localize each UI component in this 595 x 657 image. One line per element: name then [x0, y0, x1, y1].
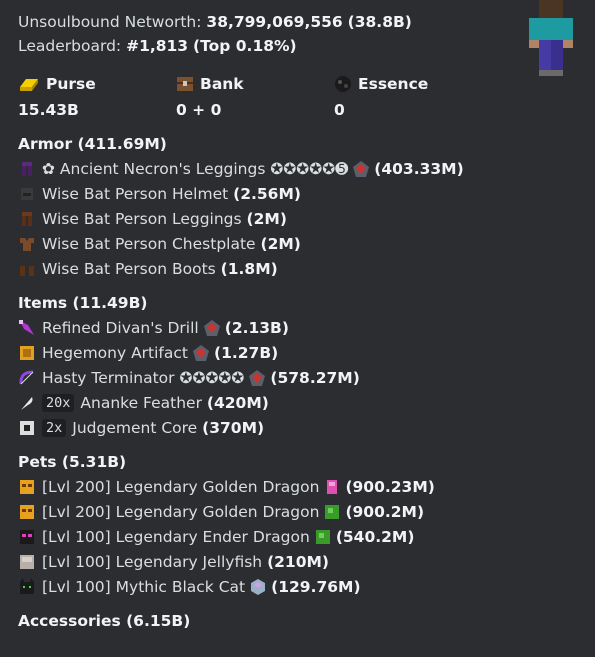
feather-icon: [21, 396, 33, 410]
stat-purse-value: 15.43B: [18, 101, 79, 119]
chest-icon: [177, 77, 193, 91]
stats-row: Purse 15.43B Bank 0 + 0 Essence 0: [18, 72, 595, 122]
leggings-icon: [22, 211, 32, 226]
core-icon: [20, 420, 34, 435]
armor-item-value: (2M): [260, 234, 301, 253]
items-section-title: Items (11.49B): [18, 294, 148, 312]
pet-value: (129.76M): [271, 577, 361, 596]
drill-icon: [19, 319, 34, 335]
networth-short: (38.8B): [347, 13, 412, 31]
item-count: 20x: [42, 393, 75, 412]
item-value: (578.27M): [270, 368, 360, 387]
armor-item-value: (1.8M): [220, 259, 278, 278]
item-entry: Hegemony Artifact (1.27B): [18, 340, 595, 365]
pet-value: (900.23M): [345, 477, 435, 496]
armor-item: Wise Bat Person Boots (1.8M): [18, 256, 595, 281]
green-orb-icon: [315, 529, 330, 544]
stat-essence: Essence 0: [334, 72, 492, 122]
item-value: (2.13B): [224, 318, 289, 337]
accessories-section-title: Accessories (6.15B): [18, 612, 191, 630]
stat-essence-title: Essence: [358, 75, 429, 93]
golden-dragon-icon: [20, 504, 34, 519]
item-entry: Hasty Terminator ✪✪✪✪✪ (578.27M): [18, 365, 595, 390]
jellyfish-icon: [20, 554, 34, 569]
leaderboard-top: (Top 0.18%): [193, 37, 297, 55]
armor-item-name: Wise Bat Person Helmet: [42, 184, 229, 203]
item-name: Hegemony Artifact: [42, 343, 188, 362]
gemstone-icon: [203, 319, 220, 336]
golden-dragon-icon: [20, 479, 34, 494]
stat-essence-value: 0: [334, 101, 345, 119]
leaderboard-label: Leaderboard:: [18, 37, 122, 55]
pet-value: (540.2M): [335, 527, 415, 546]
chestplate-icon: [20, 237, 34, 251]
pet-entry: [Lvl 100] Legendary Jellyfish (210M): [18, 549, 595, 574]
stat-bank-title: Bank: [200, 75, 244, 93]
pet-name: [Lvl 100] Legendary Jellyfish: [42, 552, 263, 571]
item-value: (420M): [206, 393, 269, 412]
ender-dragon-icon: [20, 529, 34, 544]
gemstone-icon: [353, 160, 370, 177]
pet-value: (210M): [267, 552, 330, 571]
armor-item-value: (2.56M): [233, 184, 301, 203]
helmet-icon: [21, 187, 33, 200]
armor-item-value: (403.33M): [374, 159, 464, 178]
pet-name: [Lvl 100] Mythic Black Cat: [42, 577, 246, 596]
gemstone-icon: [193, 344, 209, 361]
armor-item-name: Wise Bat Person Chestplate: [42, 234, 256, 253]
armor-item: Wise Bat Person Leggings (2M): [18, 206, 595, 231]
pet-entry: [Lvl 100] Legendary Ender Dragon (540.2M…: [18, 524, 595, 549]
leggings-icon: [22, 161, 32, 176]
bow-icon: [19, 370, 34, 384]
pet-entry: [Lvl 200] Legendary Golden Dragon (900.2…: [18, 499, 595, 524]
armor-item-name: Wise Bat Person Boots: [42, 259, 216, 278]
item-entry: 20x Ananke Feather (420M): [18, 390, 595, 415]
pet-name: [Lvl 100] Legendary Ender Dragon: [42, 527, 310, 546]
armor-item: Wise Bat Person Chestplate (2M): [18, 231, 595, 256]
armor-section-title: Armor (411.69M): [18, 135, 167, 153]
networth-embed: Unsoulbound Networth: 38,799,069,556 (38…: [0, 0, 595, 657]
armor-item-name: Wise Bat Person Leggings: [42, 209, 242, 228]
armor-item: Wise Bat Person Helmet (2.56M): [18, 181, 595, 206]
item-entry: 2x Judgement Core (370M): [18, 415, 595, 440]
gemstone-icon: [249, 369, 266, 386]
armor-item: ✿ Ancient Necron's Leggings ✪✪✪✪✪➎ (403.…: [18, 156, 595, 181]
item-name: Hasty Terminator ✪✪✪✪✪: [42, 368, 245, 387]
pet-name: [Lvl 200] Legendary Golden Dragon: [42, 477, 320, 496]
item-value: (1.27B): [214, 343, 279, 362]
black-cat-icon: [20, 577, 34, 594]
pet-entry: [Lvl 100] Mythic Black Cat (129.76M): [18, 574, 595, 599]
stat-bank-value: 0 + 0: [176, 101, 222, 119]
item-value: (370M): [202, 418, 265, 437]
pet-item-icon: [327, 479, 338, 494]
artifact-icon: [20, 345, 34, 360]
wither-essence-icon: [335, 76, 351, 92]
crystal-icon: [251, 578, 266, 595]
player-skin-icon: [529, 0, 573, 76]
gold-ingot-icon: [20, 79, 38, 91]
networth-label: Unsoulbound Networth:: [18, 13, 202, 31]
item-name: Ananke Feather: [80, 393, 202, 412]
item-name: Judgement Core: [72, 418, 198, 437]
stat-purse: Purse 15.43B: [18, 72, 176, 122]
item-entry: Refined Divan's Drill (2.13B): [18, 315, 595, 340]
leaderboard-rank: #1,813: [126, 37, 189, 55]
item-count: 2x: [42, 418, 67, 437]
item-name: Refined Divan's Drill: [42, 318, 199, 337]
pets-section-title: Pets (5.31B): [18, 453, 127, 471]
pet-entry: [Lvl 200] Legendary Golden Dragon (900.2…: [18, 474, 595, 499]
stat-bank: Bank 0 + 0: [176, 72, 334, 122]
networth-line: Unsoulbound Networth: 38,799,069,556 (38…: [18, 10, 595, 34]
boots-icon: [20, 265, 34, 276]
green-orb-icon: [325, 504, 340, 519]
pet-value: (900.2M): [345, 502, 425, 521]
pet-name: [Lvl 200] Legendary Golden Dragon: [42, 502, 320, 521]
armor-item-name: ✿ Ancient Necron's Leggings ✪✪✪✪✪➎: [42, 159, 349, 178]
leaderboard-line: Leaderboard: #1,813 (Top 0.18%): [18, 34, 595, 58]
networth-value: 38,799,069,556: [206, 13, 343, 31]
stat-purse-title: Purse: [46, 75, 96, 93]
armor-item-value: (2M): [246, 209, 287, 228]
